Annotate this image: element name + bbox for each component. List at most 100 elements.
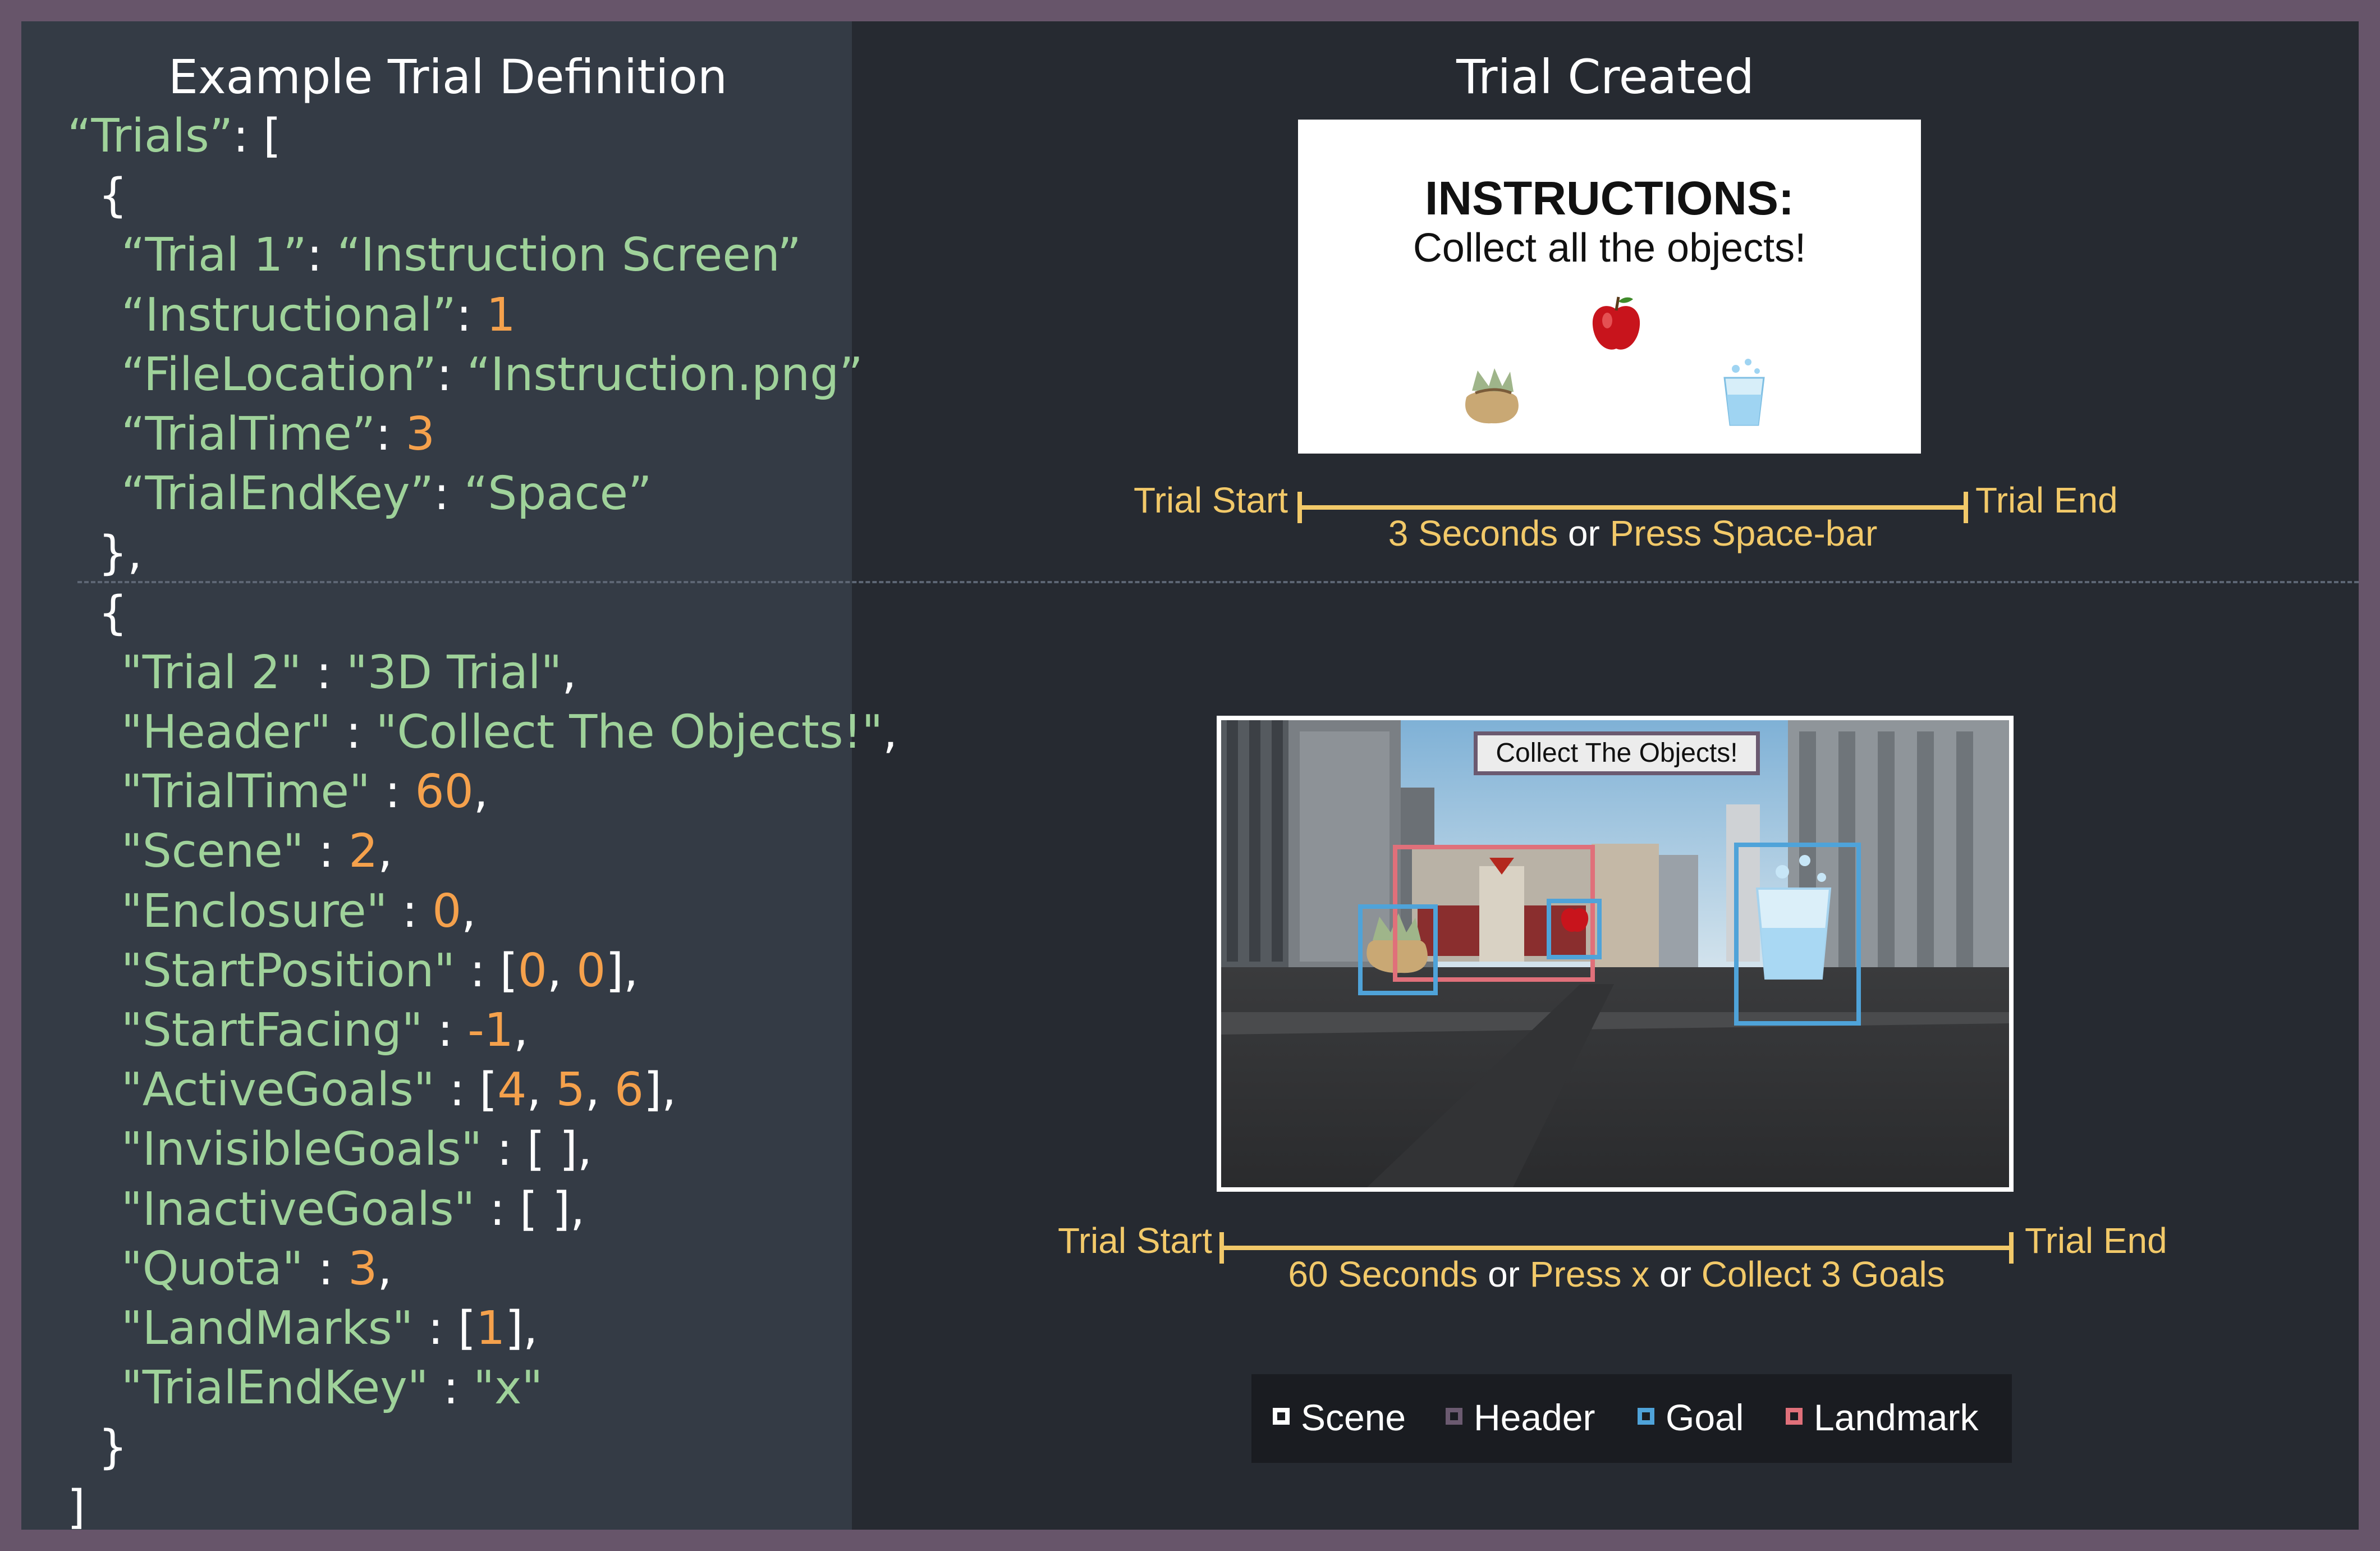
timeline1-condition-part: or [1558, 513, 1610, 553]
timeline2-condition-part: or [1649, 1254, 1702, 1294]
code-string-token: "StartPosition" [121, 944, 456, 998]
code-line: “Instructional”: 1 [121, 286, 516, 345]
code-punctuation-token: : [331, 706, 376, 759]
code-line: "Trial 2" : "3D Trial", [121, 643, 576, 703]
legend-label-scene: Scene [1301, 1397, 1406, 1438]
code-line: “TrialTime”: 3 [121, 405, 435, 464]
code-number-token: 5 [556, 1063, 585, 1117]
legend-swatch-header [1446, 1408, 1462, 1425]
instruction-screen: INSTRUCTIONS: Collect all the objects! [1298, 120, 1921, 454]
code-string-token: "x" [473, 1361, 543, 1415]
code-punctuation-token: , [585, 1063, 615, 1117]
code-line: "Scene" : 2, [121, 822, 392, 881]
code-punctuation-token: , [461, 884, 476, 938]
code-string-token: "TrialTime" [121, 765, 370, 819]
code-string-token: "TrialEndKey" [121, 1361, 429, 1415]
code-line: “Trials”: [ [67, 107, 281, 166]
code-punctuation-token: : [ [413, 1302, 476, 1355]
timeline1-condition-part: Press Space-bar [1609, 513, 1878, 553]
code-line: { [98, 166, 127, 226]
code-string-token: “Instruction Screen” [337, 228, 801, 282]
timeline2-condition-part: 60 Seconds [1288, 1254, 1478, 1294]
code-punctuation-token: { [98, 169, 128, 223]
code-line: { [98, 584, 127, 643]
code-string-token: "InactiveGoals" [121, 1182, 475, 1236]
code-punctuation-token: : [387, 884, 433, 938]
code-string-token: "Enclosure" [121, 884, 388, 938]
code-punctuation-token: , [377, 1242, 392, 1296]
code-punctuation-token: ] [67, 1480, 85, 1534]
code-line: "Header" : "Collect The Objects!", [121, 703, 897, 762]
code-punctuation-token: : [ [434, 1063, 498, 1117]
code-line: “Trial 1”: “Instruction Screen” [121, 226, 801, 285]
instruction-subtitle: Collect all the objects! [1413, 226, 1806, 271]
code-number-token: 3 [348, 1242, 378, 1296]
code-string-token: "ActiveGoals" [121, 1063, 435, 1117]
section-divider [77, 581, 2359, 583]
trial-definition-code: “Trials”: [{“Trial 1”: “Instruction Scre… [21, 21, 897, 1534]
code-punctuation-token: : [423, 1004, 468, 1057]
water-glass-icon [1723, 359, 1765, 426]
code-line: "StartFacing" : -1, [121, 1001, 528, 1060]
legend-label-header: Header [1474, 1397, 1595, 1438]
code-line: ] [67, 1478, 85, 1538]
code-line: "StartPosition" : [0, 0], [121, 941, 638, 1001]
code-number-token: 1 [476, 1302, 506, 1355]
left-column-title: Example Trial Definition [168, 49, 728, 104]
code-string-token: "Collect The Objects!" [375, 706, 883, 759]
code-punctuation-token: : [306, 228, 337, 282]
legend: Scene Header Goal Landmark [1251, 1374, 2012, 1463]
code-punctuation-token: { [98, 586, 128, 640]
code-panel: “Trials”: [{“Trial 1”: “Instruction Scre… [21, 21, 897, 1534]
timeline-1-condition: 3 Seconds or Press Space-bar [1297, 513, 1968, 554]
code-string-token: “Trials” [67, 109, 233, 163]
code-line: “TrialEndKey”: “Space” [121, 464, 652, 524]
instruction-title: INSTRUCTIONS: [1425, 172, 1794, 225]
code-string-token: “Instructional” [121, 288, 456, 342]
scene-header-text: Collect The Objects! [1496, 738, 1738, 768]
code-punctuation-token: : [301, 646, 346, 699]
code-punctuation-token: : [437, 347, 467, 401]
code-number-token: 4 [497, 1063, 527, 1117]
code-string-token: "StartFacing" [121, 1004, 423, 1057]
timeline-2-condition: 60 Seconds or Press x or Collect 3 Goals [1219, 1253, 2014, 1295]
code-punctuation-token: , [378, 825, 393, 879]
code-punctuation-token: , [473, 765, 488, 819]
code-line: "TrialTime" : 60, [121, 762, 488, 822]
code-punctuation-token: : [428, 1361, 474, 1415]
code-string-token: “FileLocation” [121, 347, 437, 401]
timeline-1-start-label: Trial Start [1134, 480, 1288, 520]
code-punctuation-token: } [98, 1421, 128, 1475]
code-number-token: 2 [348, 825, 378, 879]
code-punctuation-token: , [562, 646, 577, 699]
code-punctuation-token: : [434, 467, 464, 521]
code-line: "TrialEndKey" : "x" [121, 1358, 543, 1418]
code-string-token: "LandMarks" [121, 1302, 414, 1355]
code-string-token: "Scene" [121, 825, 304, 879]
legend-swatch-scene [1273, 1408, 1290, 1425]
code-punctuation-token: : [ ], [475, 1182, 585, 1236]
code-punctuation-token: , [883, 706, 898, 759]
code-line: “FileLocation”: “Instruction.png” [121, 345, 863, 405]
code-string-token: “Space” [464, 467, 652, 521]
right-column-title: Trial Created [1456, 49, 1754, 104]
legend-label-landmark: Landmark [1814, 1397, 1979, 1438]
code-punctuation-token: : [370, 765, 415, 819]
code-line: }, [98, 524, 142, 583]
city-scene-illustration [1221, 720, 2009, 1187]
code-string-token: "Quota" [121, 1242, 304, 1296]
timeline2-condition-part: or [1478, 1254, 1530, 1294]
code-punctuation-token: : [ [233, 109, 281, 163]
code-punctuation-token: : [ ], [482, 1123, 593, 1177]
figure-frame: “Trials”: [{“Trial 1”: “Instruction Scre… [21, 21, 2359, 1534]
code-number-token: -1 [467, 1004, 514, 1057]
code-line: "InvisibleGoals" : [ ], [121, 1120, 592, 1179]
legend-swatch-landmark [1786, 1408, 1803, 1425]
scene-screenshot: Collect The Objects! [1217, 716, 2014, 1192]
code-punctuation-token: }, [98, 527, 143, 580]
scene-header-box: Collect The Objects! [1474, 731, 1760, 775]
code-punctuation-token: : [304, 825, 349, 879]
code-line: "InactiveGoals" : [ ], [121, 1180, 585, 1239]
code-punctuation-token: : [ [455, 944, 518, 998]
code-punctuation-token: ], [644, 1063, 677, 1117]
